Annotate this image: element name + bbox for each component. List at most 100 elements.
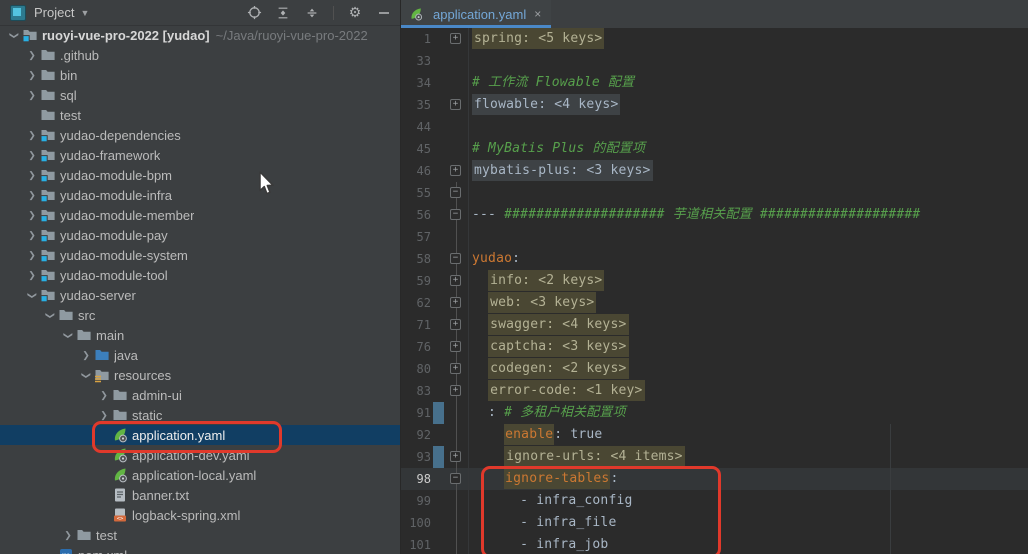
chevron-expanded-icon[interactable]: ❯ — [81, 367, 92, 383]
code-line-71[interactable]: 71+ swagger: <4 keys> — [401, 314, 1028, 336]
tree-item-yudao-module-bpm[interactable]: ❯yudao-module-bpm — [0, 165, 400, 185]
code-line-92[interactable]: 92 enable: true — [401, 424, 1028, 446]
tree-item-application-dev-yaml[interactable]: application-dev.yaml — [0, 445, 400, 465]
chevron-collapsed-icon[interactable]: ❯ — [24, 50, 40, 61]
code-line-34[interactable]: 34# 工作流 Flowable 配置 — [401, 72, 1028, 94]
code-line-98[interactable]: 98− ignore-tables: — [401, 468, 1028, 490]
fold-expand-icon[interactable]: + — [450, 165, 461, 176]
chevron-collapsed-icon[interactable]: ❯ — [96, 410, 112, 421]
locate-icon[interactable] — [246, 5, 262, 21]
code-text[interactable] — [468, 50, 1028, 72]
code-line-93[interactable]: 93+ ignore-urls: <4 items> — [401, 446, 1028, 468]
tree-item-sql[interactable]: ❯sql — [0, 85, 400, 105]
code-text[interactable]: - infra_job — [468, 534, 1028, 554]
tree-item-admin-ui[interactable]: ❯admin-ui — [0, 385, 400, 405]
code-text[interactable]: - infra_config — [468, 490, 1028, 512]
fold-expand-icon[interactable]: + — [450, 99, 461, 110]
chevron-collapsed-icon[interactable]: ❯ — [60, 530, 76, 541]
code-text[interactable] — [468, 226, 1028, 248]
tree-item-yudao-module-member[interactable]: ❯yudao-module-member — [0, 205, 400, 225]
code-text[interactable]: codegen: <2 keys> — [468, 358, 1028, 380]
code-line-45[interactable]: 45# MyBatis Plus 的配置项 — [401, 138, 1028, 160]
code-line-59[interactable]: 59+ info: <2 keys> — [401, 270, 1028, 292]
tree-item-static[interactable]: ❯static — [0, 405, 400, 425]
collapse-all-icon[interactable] — [304, 5, 320, 21]
code-text[interactable]: --- #################### 芋道相关配置 ########… — [468, 204, 1028, 226]
fold-expand-icon[interactable]: + — [450, 451, 461, 462]
fold-collapse-icon[interactable]: − — [450, 473, 461, 484]
tree-item-yudao-module-system[interactable]: ❯yudao-module-system — [0, 245, 400, 265]
fold-expand-icon[interactable]: + — [450, 319, 461, 330]
tree-item-pom-xml[interactable]: mpom.xml — [0, 545, 400, 554]
fold-expand-icon[interactable]: + — [450, 297, 461, 308]
chevron-collapsed-icon[interactable]: ❯ — [24, 150, 40, 161]
tree-item-logback-spring-xml[interactable]: <>logback-spring.xml — [0, 505, 400, 525]
code-text[interactable]: info: <2 keys> — [468, 270, 1028, 292]
vcs-change-marker[interactable] — [433, 446, 444, 468]
fold-expand-icon[interactable]: + — [450, 275, 461, 286]
tree-item-resources[interactable]: ❯resources — [0, 365, 400, 385]
chevron-collapsed-icon[interactable]: ❯ — [24, 90, 40, 101]
tree-item-github[interactable]: ❯.github — [0, 45, 400, 65]
fold-expand-icon[interactable]: + — [450, 363, 461, 374]
code-line-100[interactable]: 100 - infra_file — [401, 512, 1028, 534]
chevron-collapsed-icon[interactable]: ❯ — [96, 390, 112, 401]
chevron-collapsed-icon[interactable]: ❯ — [78, 350, 94, 361]
code-text[interactable]: ignore-tables: — [468, 468, 1028, 490]
chevron-expanded-icon[interactable]: ❯ — [9, 27, 20, 43]
code-text[interactable]: web: <3 keys> — [468, 292, 1028, 314]
code-text[interactable] — [468, 116, 1028, 138]
fold-expand-icon[interactable]: + — [450, 341, 461, 352]
chevron-collapsed-icon[interactable]: ❯ — [24, 270, 40, 281]
tree-item-ruoyi-vue-pro-2022[interactable]: ❯ruoyi-vue-pro-2022 [yudao]~/Java/ruoyi-… — [0, 25, 400, 45]
code-line-35[interactable]: 35+flowable: <4 keys> — [401, 94, 1028, 116]
code-line-62[interactable]: 62+ web: <3 keys> — [401, 292, 1028, 314]
expand-all-icon[interactable] — [275, 5, 291, 21]
code-text[interactable]: flowable: <4 keys> — [468, 94, 1028, 116]
chevron-collapsed-icon[interactable]: ❯ — [24, 170, 40, 181]
chevron-expanded-icon[interactable]: ❯ — [63, 327, 74, 343]
code-text[interactable] — [468, 182, 1028, 204]
settings-gear-icon[interactable]: ⚙ — [347, 5, 363, 21]
code-line-1[interactable]: 1+spring: <5 keys> — [401, 28, 1028, 50]
code-line-83[interactable]: 83+ error-code: <1 key> — [401, 380, 1028, 402]
code-text[interactable]: yudao: — [468, 248, 1028, 270]
close-tab-icon[interactable]: × — [534, 7, 541, 21]
vcs-change-marker[interactable] — [433, 402, 444, 424]
code-line-76[interactable]: 76+ captcha: <3 keys> — [401, 336, 1028, 358]
code-text[interactable]: enable: true — [468, 424, 1028, 446]
tab-application-yaml[interactable]: application.yaml × — [401, 0, 551, 28]
chevron-expanded-icon[interactable]: ❯ — [27, 287, 38, 303]
code-text[interactable]: : # 多租户相关配置项 — [468, 402, 1028, 424]
code-text[interactable]: # MyBatis Plus 的配置项 — [468, 138, 1028, 160]
code-line-99[interactable]: 99 - infra_config — [401, 490, 1028, 512]
tree-item-yudao-framework[interactable]: ❯yudao-framework — [0, 145, 400, 165]
code-text[interactable]: mybatis-plus: <3 keys> — [468, 160, 1028, 182]
chevron-expanded-icon[interactable]: ❯ — [45, 307, 56, 323]
hide-panel-icon[interactable] — [376, 5, 392, 21]
fold-collapse-icon[interactable]: − — [450, 187, 461, 198]
tree-item-test[interactable]: test — [0, 105, 400, 125]
fold-expand-icon[interactable]: + — [450, 33, 461, 44]
chevron-collapsed-icon[interactable]: ❯ — [24, 230, 40, 241]
tree-item-src[interactable]: ❯src — [0, 305, 400, 325]
code-line-33[interactable]: 33 — [401, 50, 1028, 72]
code-line-57[interactable]: 57 — [401, 226, 1028, 248]
project-view-selector[interactable]: Project — [34, 5, 74, 20]
code-text[interactable]: captcha: <3 keys> — [468, 336, 1028, 358]
tree-item-yudao-module-pay[interactable]: ❯yudao-module-pay — [0, 225, 400, 245]
code-editor[interactable]: 1+spring: <5 keys>3334# 工作流 Flowable 配置3… — [401, 28, 1028, 554]
tree-item-yudao-module-infra[interactable]: ❯yudao-module-infra — [0, 185, 400, 205]
chevron-collapsed-icon[interactable]: ❯ — [24, 70, 40, 81]
tree-item-yudao-dependencies[interactable]: ❯yudao-dependencies — [0, 125, 400, 145]
fold-expand-icon[interactable]: + — [450, 385, 461, 396]
code-line-58[interactable]: 58−yudao: — [401, 248, 1028, 270]
tree-item-application-local-yaml[interactable]: application-local.yaml — [0, 465, 400, 485]
chevron-collapsed-icon[interactable]: ❯ — [24, 190, 40, 201]
code-text[interactable]: swagger: <4 keys> — [468, 314, 1028, 336]
tree-item-application-yaml[interactable]: application.yaml — [0, 425, 400, 445]
tree-item-main[interactable]: ❯main — [0, 325, 400, 345]
tree-item-test[interactable]: ❯test — [0, 525, 400, 545]
tree-item-yudao-module-tool[interactable]: ❯yudao-module-tool — [0, 265, 400, 285]
code-text[interactable]: - infra_file — [468, 512, 1028, 534]
